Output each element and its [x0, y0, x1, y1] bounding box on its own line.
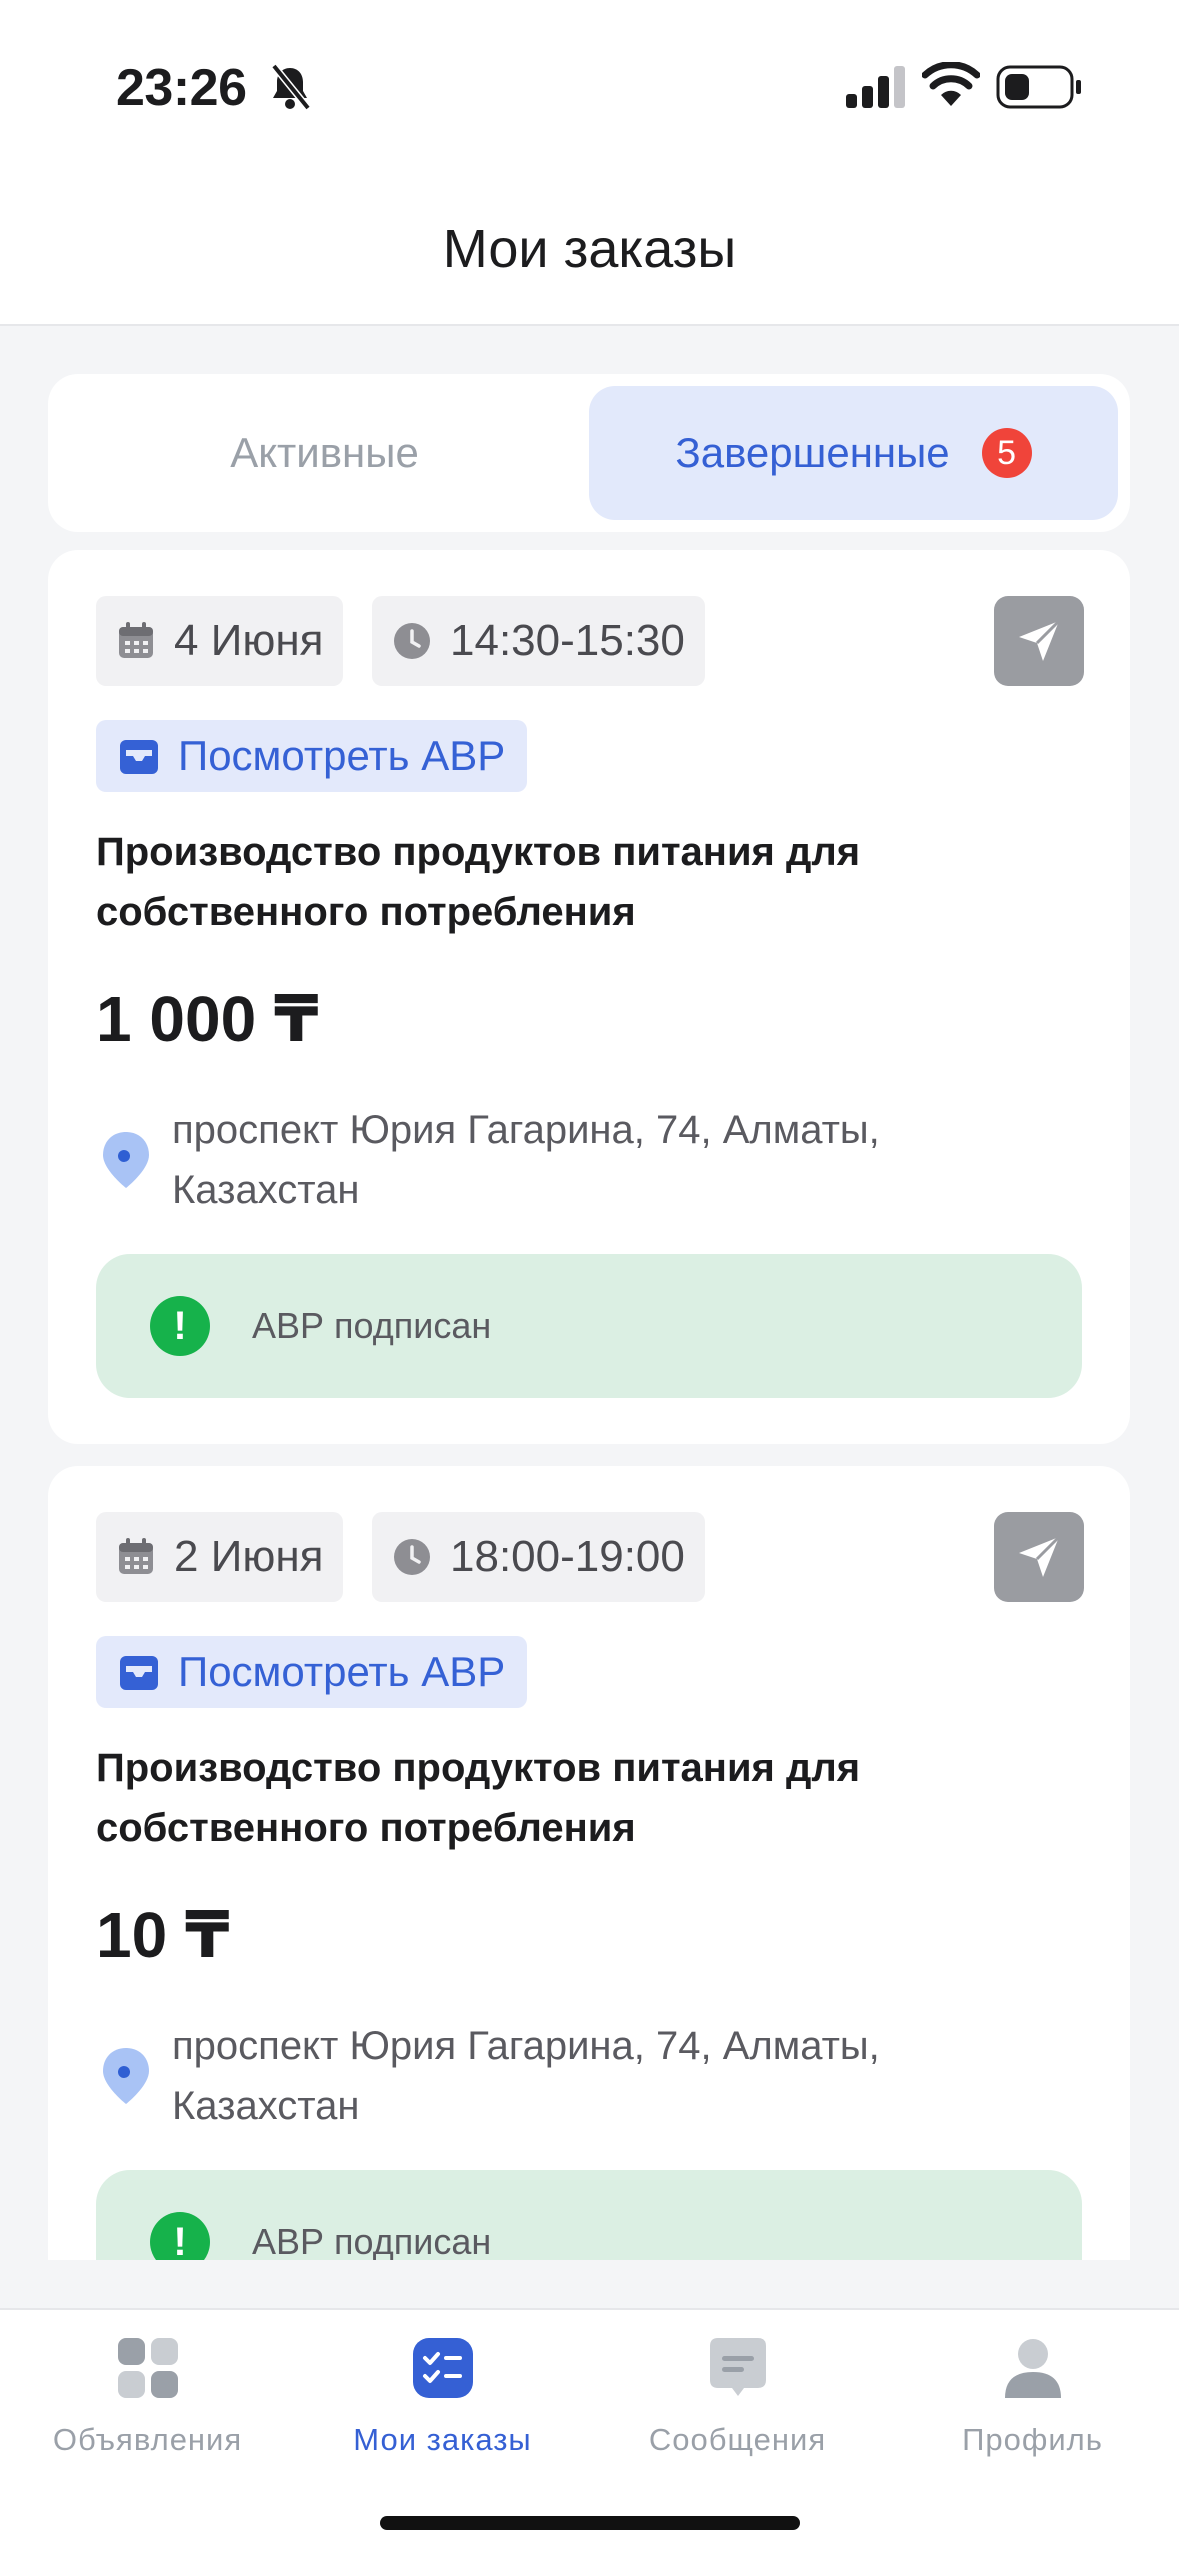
navigate-button[interactable] — [994, 596, 1084, 686]
tab-completed[interactable]: Завершенные 5 — [589, 386, 1118, 520]
nav-label: Профиль — [962, 2422, 1103, 2457]
battery-icon — [996, 65, 1081, 109]
tab-active-label: Активные — [230, 429, 419, 476]
wifi-icon — [922, 62, 980, 106]
clock-icon — [394, 1539, 430, 1575]
navigation-arrow-icon — [1019, 619, 1061, 661]
inbox-icon — [120, 740, 158, 774]
calendar-icon — [119, 622, 153, 658]
exclamation-icon: ! — [150, 1296, 210, 1356]
page-title: Мои заказы — [442, 219, 737, 279]
exclamation-icon: ! — [150, 2212, 210, 2260]
view-avr-label: Посмотреть АВР — [178, 1648, 506, 1695]
nav-item-profile[interactable]: Профиль — [885, 2328, 1179, 2458]
tab-active[interactable]: Активные — [60, 386, 589, 520]
nav-label: Объявления — [52, 2422, 243, 2457]
order-price: 10 ₸ — [96, 1899, 230, 1971]
grid-icon — [117, 2338, 178, 2398]
nav-label: Сообщения — [648, 2422, 827, 2457]
nav-item-my-orders[interactable]: Мои заказы — [295, 2328, 590, 2458]
checklist-icon — [412, 2338, 473, 2398]
navigation-arrow-icon — [1019, 1535, 1061, 1577]
date-chip: 4 Июня — [96, 596, 344, 686]
order-date: 4 Июня — [174, 616, 324, 665]
order-card[interactable]: 4 Июня 14:30-15:30 Посмотреть АВР Произв… — [48, 550, 1130, 1444]
view-avr-button[interactable]: Посмотреть АВР — [96, 720, 528, 792]
order-card[interactable]: 2 Июня 18:00-19:00 Посмотреть АВР Произв… — [48, 1466, 1130, 2260]
navigate-button[interactable] — [994, 1512, 1084, 1602]
order-price: 1 000 ₸ — [96, 983, 319, 1055]
tab-completed-label: Завершенные — [675, 429, 950, 476]
nav-label: Мои заказы — [353, 2422, 532, 2457]
count-badge: 5 — [981, 428, 1032, 478]
order-title: Производство продуктов питания для собст… — [96, 830, 861, 934]
status-banner: ! АВР подписан — [96, 1254, 1082, 1398]
nav-item-ads[interactable]: Объявления — [0, 2328, 295, 2458]
time-chip: 14:30-15:30 — [372, 596, 705, 686]
calendar-icon — [119, 1538, 153, 1574]
status-time: 23:26 — [116, 59, 247, 117]
order-title: Производство продуктов питания для собст… — [96, 1746, 861, 1850]
orders-list[interactable]: 4 Июня 14:30-15:30 Посмотреть АВР Произв… — [0, 550, 1179, 2260]
order-time: 18:00-19:00 — [450, 1532, 685, 1581]
order-time: 14:30-15:30 — [450, 616, 685, 665]
home-indicator — [380, 2516, 800, 2530]
location-pin-icon — [103, 2048, 149, 2104]
profile-icon — [1004, 2339, 1061, 2398]
clock-icon — [394, 623, 430, 659]
view-avr-label: Посмотреть АВР — [178, 732, 506, 779]
time-chip: 18:00-19:00 — [372, 1512, 705, 1602]
view-avr-button[interactable]: Посмотреть АВР — [96, 1636, 528, 1708]
order-address: проспект Юрия Гагарина, 74, Алматы, Каза… — [172, 1108, 880, 1212]
date-chip: 2 Июня — [96, 1512, 344, 1602]
inbox-icon — [120, 1656, 158, 1690]
header: 23:26 Мои заказы — [0, 0, 1179, 326]
message-icon — [709, 2338, 766, 2396]
signal-icon — [846, 66, 905, 108]
status-banner: ! АВР подписан — [96, 2170, 1082, 2260]
nav-item-messages[interactable]: Сообщения — [590, 2328, 885, 2458]
location-pin-icon — [103, 1132, 149, 1188]
bell-off-icon — [271, 63, 311, 111]
order-address: проспект Юрия Гагарина, 74, Алматы, Каза… — [172, 2024, 880, 2128]
status-text: АВР подписан — [252, 1305, 492, 1346]
order-date: 2 Июня — [174, 1532, 324, 1581]
status-text: АВР подписан — [252, 2221, 492, 2260]
order-tabs: Активные Завершенные 5 — [48, 374, 1130, 532]
